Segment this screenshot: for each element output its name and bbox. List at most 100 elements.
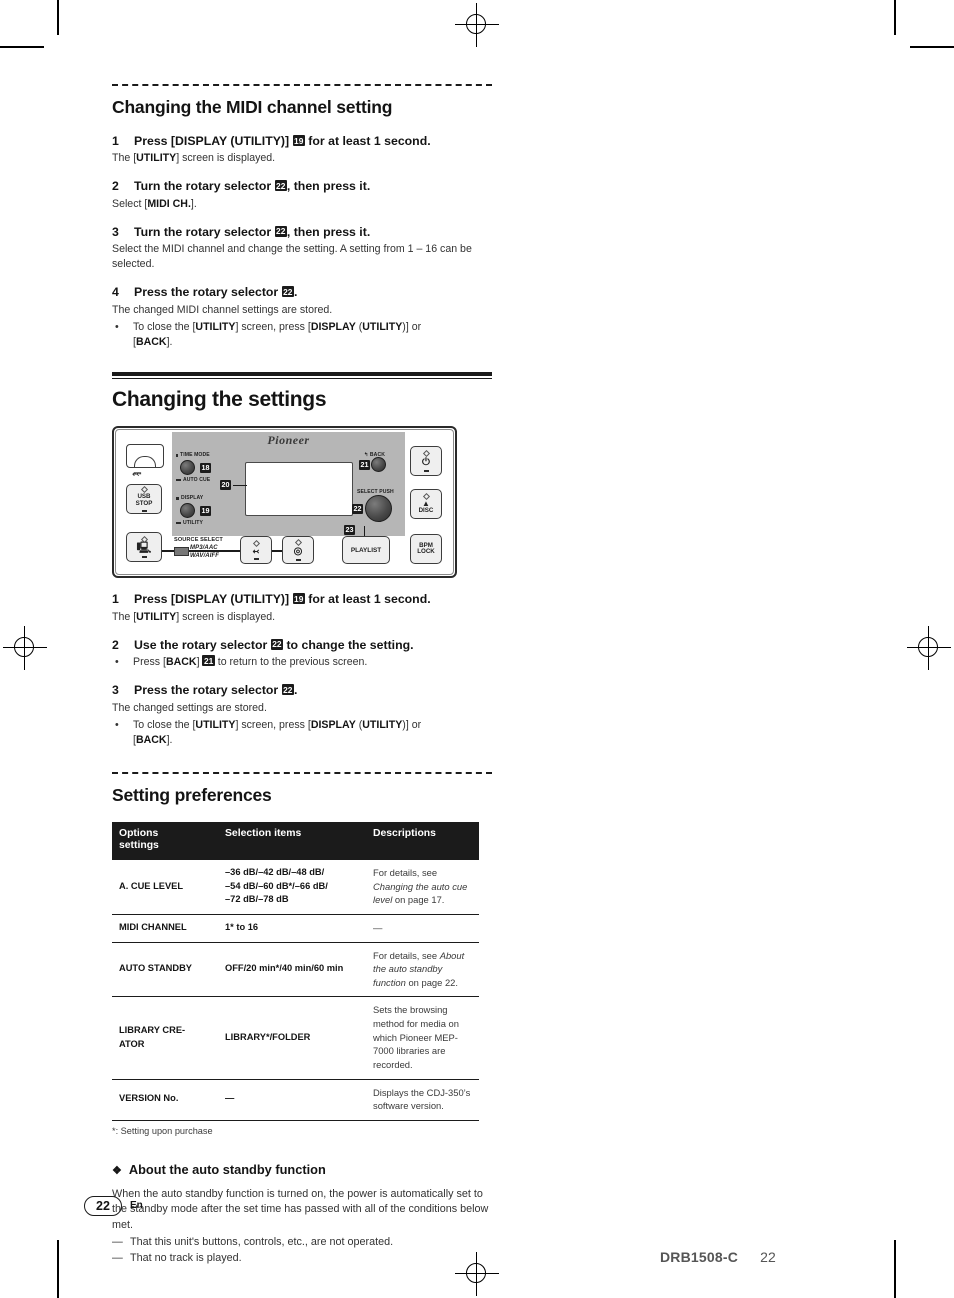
step-1-midi-detail: The [UTILITY] screen is displayed. — [112, 151, 492, 166]
step-3-midi-detail: Select the MIDI channel and change the s… — [112, 243, 472, 271]
step-text-after: . — [293, 285, 298, 300]
step-4-midi-bullet: • To close the [UTILITY] screen, press [… — [112, 320, 492, 350]
table-header-options: Options settings — [112, 821, 218, 861]
footer-doc-info: DRB1508-C 22 — [660, 1249, 776, 1265]
step-number: 4 — [112, 285, 119, 300]
step-1-settings-detail: The [UTILITY] screen is displayed. — [112, 610, 492, 625]
crop-mark-top-left-v — [57, 0, 59, 35]
registration-mark-right — [907, 626, 951, 670]
bpm-lock-button[interactable]: BPM LOCK — [410, 534, 442, 565]
table-row: LIBRARY CRE- ATOR LIBRARY*/FOLDER Sets th… — [112, 996, 479, 1080]
step-text-before: Turn the rotary selector — [134, 179, 272, 194]
source-select-disc-button[interactable]: ◎ — [282, 536, 314, 565]
diamond-icon: ❖ — [112, 1164, 122, 1177]
usb-symbol: ↢ — [132, 469, 140, 480]
format-line-1: MP3/AAC — [190, 545, 218, 552]
label-time-mode: TIME MODE — [180, 452, 210, 459]
standby-item-text: That no track is played. — [130, 1252, 242, 1265]
cell-description: — — [366, 914, 479, 943]
source-select-line-3 — [272, 550, 282, 552]
detail-suffix: ]. — [190, 197, 197, 210]
desc-tail: on page 22. — [405, 976, 458, 988]
standby-paragraph: When the auto standby function is turned… — [112, 1187, 489, 1232]
crop-mark-top-right-v — [894, 0, 896, 35]
desc-tail: on page 17. — [392, 894, 445, 906]
table-header-row: Options settings Selection items Descript… — [112, 821, 479, 861]
usb-stop-label-2: STOP — [135, 499, 153, 507]
cell-option: MIDI CHANNEL — [112, 914, 218, 943]
dash-marker: — — [112, 1235, 123, 1248]
cell-option: A. CUE LEVEL — [112, 860, 218, 915]
detail-bold: MIDI CH. — [147, 197, 191, 210]
step-text-before: Press the rotary selector — [134, 285, 279, 300]
cell-selection: — — [218, 1079, 366, 1121]
rule-thick — [112, 371, 492, 376]
step-4-midi-detail: The changed MIDI channel settings are st… — [112, 303, 333, 316]
table-footnote: *: Setting upon purchase — [112, 1125, 213, 1136]
disc-slot-arc — [134, 456, 156, 468]
step-2-midi-detail: Select [MIDI CH.]. — [112, 197, 492, 212]
playlist-label: PLAYLIST — [350, 546, 382, 554]
label-auto-cue: AUTO CUE — [183, 477, 211, 484]
registration-mark-top — [455, 3, 499, 47]
selection-l3: –72 dB/–78 dB — [225, 894, 289, 905]
heading-setting-preferences: Setting preferences — [112, 784, 272, 805]
bpm-lock-label-2: LOCK — [417, 548, 435, 556]
source-select-usb-button[interactable]: ↢ — [240, 536, 272, 565]
step-text: Use the rotary selector 22 to change the… — [134, 638, 492, 653]
crop-mark-bottom-right-v — [894, 1240, 896, 1298]
callout-23-leader — [364, 526, 366, 537]
callout-21: 21 — [359, 460, 370, 470]
step-text-after: , then press it. — [286, 224, 371, 239]
media-card-icon — [174, 547, 189, 557]
time-mode-dot — [176, 454, 179, 457]
pc-icon: 🖳 — [136, 542, 152, 555]
pioneer-logo: Pioneer — [267, 433, 310, 448]
callout-chip-22: 22 — [270, 638, 284, 650]
page-number-badge: 22 — [84, 1196, 122, 1216]
section-divider-dashed-top — [112, 84, 492, 86]
dash-marker: — — [112, 1252, 123, 1265]
usb-stop-button[interactable]: USB STOP — [126, 484, 162, 515]
source-pc-bar — [141, 556, 147, 559]
standby-item-text: That this unit's buttons, controls, etc.… — [130, 1235, 394, 1248]
disc-eject-button[interactable]: ▲ DISC — [410, 489, 442, 520]
callout-chip-22: 22 — [274, 180, 287, 192]
selection-l1: –36 dB/–42 dB/–48 dB/ — [225, 867, 325, 878]
label-source-select: SOURCE SELECT — [174, 537, 223, 544]
callout-chip-22: 22 — [281, 684, 294, 696]
standby-item-2: — That no track is played. — [112, 1251, 492, 1267]
option-l1: LIBRARY CRE- — [119, 1025, 186, 1036]
callout-20-leader — [233, 484, 247, 487]
cell-option: VERSION No. — [112, 1079, 218, 1121]
device-illustration: Pioneer ⎓ ↢ USB STOP 🖳 TIME MODE 18 AUTO… — [112, 426, 457, 579]
step-3-settings: 3 Press the rotary selector 22. — [112, 683, 492, 698]
step-number: 2 — [112, 179, 119, 194]
utility-bar — [176, 522, 181, 525]
callout-23: 23 — [344, 525, 355, 535]
option-l2: ATOR — [119, 1038, 145, 1049]
desc-plain: For details, see — [373, 949, 440, 961]
selection-l1: 1* to 16 — [225, 922, 259, 933]
selection-l2: –54 dB/–60 dB*/–66 dB/ — [225, 880, 328, 891]
bullet-bold: BACK — [165, 656, 197, 669]
step-number: 1 — [112, 134, 119, 148]
standby-item-1: — That this unit's buttons, controls, et… — [112, 1235, 492, 1251]
section-divider-dashed-2 — [112, 771, 492, 774]
step-number: 2 — [112, 637, 119, 652]
crop-mark-top-right-h — [910, 46, 954, 48]
callout-chip-19: 19 — [292, 135, 305, 146]
bullet-dot: • — [115, 320, 119, 333]
step-text-before: Turn the rotary selector — [134, 224, 272, 239]
source-select-pc-button[interactable]: 🖳 — [126, 532, 162, 563]
table-row: VERSION No. — Displays the CDJ-350’s sof… — [112, 1079, 479, 1121]
playlist-button[interactable]: PLAYLIST — [342, 536, 390, 565]
step-text-before: Press the rotary selector — [134, 683, 279, 698]
callout-19: 19 — [200, 506, 211, 516]
step-text: Press the rotary selector 22. — [134, 285, 492, 300]
detail-prefix: The [ — [112, 152, 137, 165]
power-button[interactable]: ⏻ — [410, 446, 442, 477]
step-text: Press the rotary selector 22. — [134, 683, 492, 698]
callout-20: 20 — [220, 480, 231, 490]
detail-prefix: The [ — [112, 610, 137, 623]
